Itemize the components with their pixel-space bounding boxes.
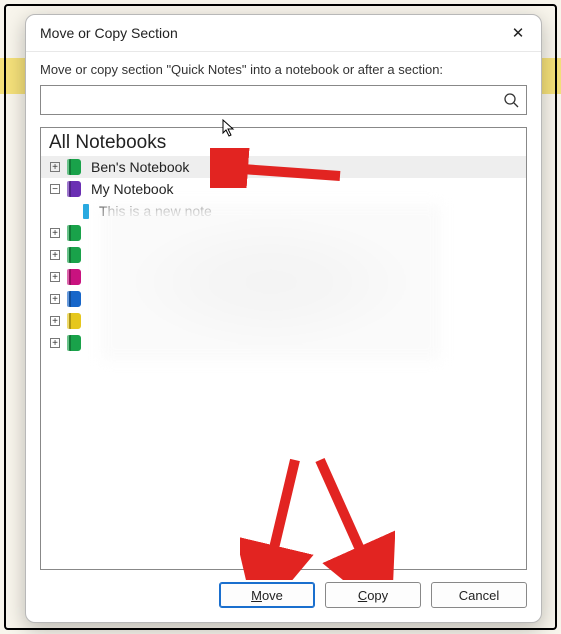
tree-item-notebook[interactable]: + Ben's Notebook bbox=[41, 156, 526, 178]
dialog-buttons: Move Copy Cancel bbox=[40, 570, 527, 608]
expand-icon[interactable]: + bbox=[47, 294, 63, 305]
notebook-icon bbox=[67, 313, 81, 329]
notebook-icon bbox=[67, 247, 81, 263]
collapse-icon[interactable]: − bbox=[47, 184, 63, 195]
tree-item-notebook[interactable]: − My Notebook bbox=[41, 178, 526, 200]
notebook-icon bbox=[67, 335, 81, 351]
expand-icon[interactable]: + bbox=[47, 162, 63, 173]
notebook-icon bbox=[67, 291, 81, 307]
notebook-icon bbox=[67, 159, 81, 175]
expand-icon[interactable]: + bbox=[47, 338, 63, 349]
move-copy-dialog: Move or Copy Section ✕ Move or copy sect… bbox=[25, 14, 542, 623]
search-icon bbox=[503, 92, 519, 108]
notebook-icon bbox=[67, 181, 81, 197]
redacted-region bbox=[101, 204, 441, 360]
section-icon bbox=[83, 204, 89, 219]
tree-header: All Notebooks bbox=[41, 128, 526, 156]
cancel-button[interactable]: Cancel bbox=[431, 582, 527, 608]
dialog-body: Move or copy section "Quick Notes" into … bbox=[26, 52, 541, 622]
expand-icon[interactable]: + bbox=[47, 272, 63, 283]
tree-item-label: Ben's Notebook bbox=[91, 159, 189, 175]
search-input[interactable] bbox=[41, 86, 496, 114]
expand-icon[interactable]: + bbox=[47, 250, 63, 261]
close-button[interactable]: ✕ bbox=[495, 15, 541, 51]
instruction-text: Move or copy section "Quick Notes" into … bbox=[40, 62, 527, 77]
notebook-tree[interactable]: All Notebooks + Ben's Notebook − My Noteboo… bbox=[40, 127, 527, 570]
search-button[interactable] bbox=[496, 92, 526, 108]
search-row bbox=[40, 85, 527, 115]
close-icon: ✕ bbox=[512, 24, 525, 42]
copy-button[interactable]: Copy bbox=[325, 582, 421, 608]
dialog-title: Move or Copy Section bbox=[40, 25, 495, 41]
notebook-icon bbox=[67, 269, 81, 285]
notebook-icon bbox=[67, 225, 81, 241]
dialog-titlebar: Move or Copy Section ✕ bbox=[26, 15, 541, 52]
move-button[interactable]: Move bbox=[219, 582, 315, 608]
tree-item-label: My Notebook bbox=[91, 181, 173, 197]
expand-icon[interactable]: + bbox=[47, 316, 63, 327]
expand-icon[interactable]: + bbox=[47, 228, 63, 239]
